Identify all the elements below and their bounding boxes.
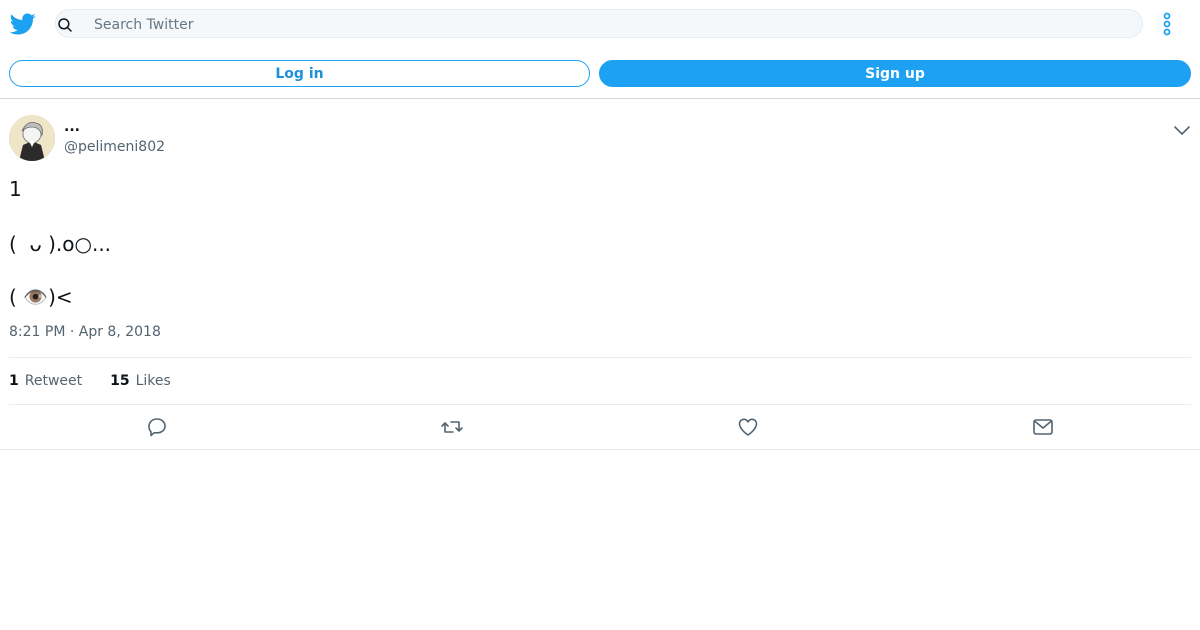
reply-icon[interactable]	[145, 415, 169, 439]
retweet-icon[interactable]	[440, 415, 464, 439]
login-button[interactable]: Log in	[9, 60, 590, 87]
like-icon[interactable]	[736, 415, 760, 439]
avatar-illustration	[9, 115, 55, 161]
tweet-text-line: ( 👁️)<	[9, 285, 73, 309]
tweet-stats: 1 Retweet 15 Likes	[9, 357, 1191, 405]
chevron-down-icon[interactable]	[1173, 121, 1191, 139]
display-name[interactable]: ...	[64, 119, 80, 135]
like-label: Likes	[135, 373, 171, 389]
tweet-text-line: ( ᴗ ).o○...	[9, 232, 112, 256]
top-bar	[0, 0, 1200, 48]
retweet-stat[interactable]: 1 Retweet	[9, 373, 82, 389]
signup-button[interactable]: Sign up	[599, 60, 1191, 87]
like-stat[interactable]: 15 Likes	[110, 373, 171, 389]
retweet-label: Retweet	[24, 373, 83, 389]
user-handle[interactable]: @pelimeni802	[64, 139, 165, 155]
twitter-bird-icon[interactable]	[10, 11, 36, 37]
tweet-timestamp[interactable]: 8:21 PM · Apr 8, 2018	[9, 324, 161, 340]
tweet-text-line: 1	[9, 177, 22, 201]
avatar[interactable]	[9, 115, 55, 161]
search-input[interactable]	[92, 10, 1096, 39]
search-box[interactable]	[55, 9, 1143, 39]
auth-bar: Log in Sign up	[0, 48, 1200, 99]
like-count: 15	[110, 373, 130, 389]
tweet-actions	[0, 403, 1200, 450]
more-vertical-icon[interactable]	[1158, 11, 1176, 37]
share-message-icon[interactable]	[1031, 415, 1055, 439]
retweet-count: 1	[9, 373, 19, 389]
search-icon	[58, 18, 72, 32]
